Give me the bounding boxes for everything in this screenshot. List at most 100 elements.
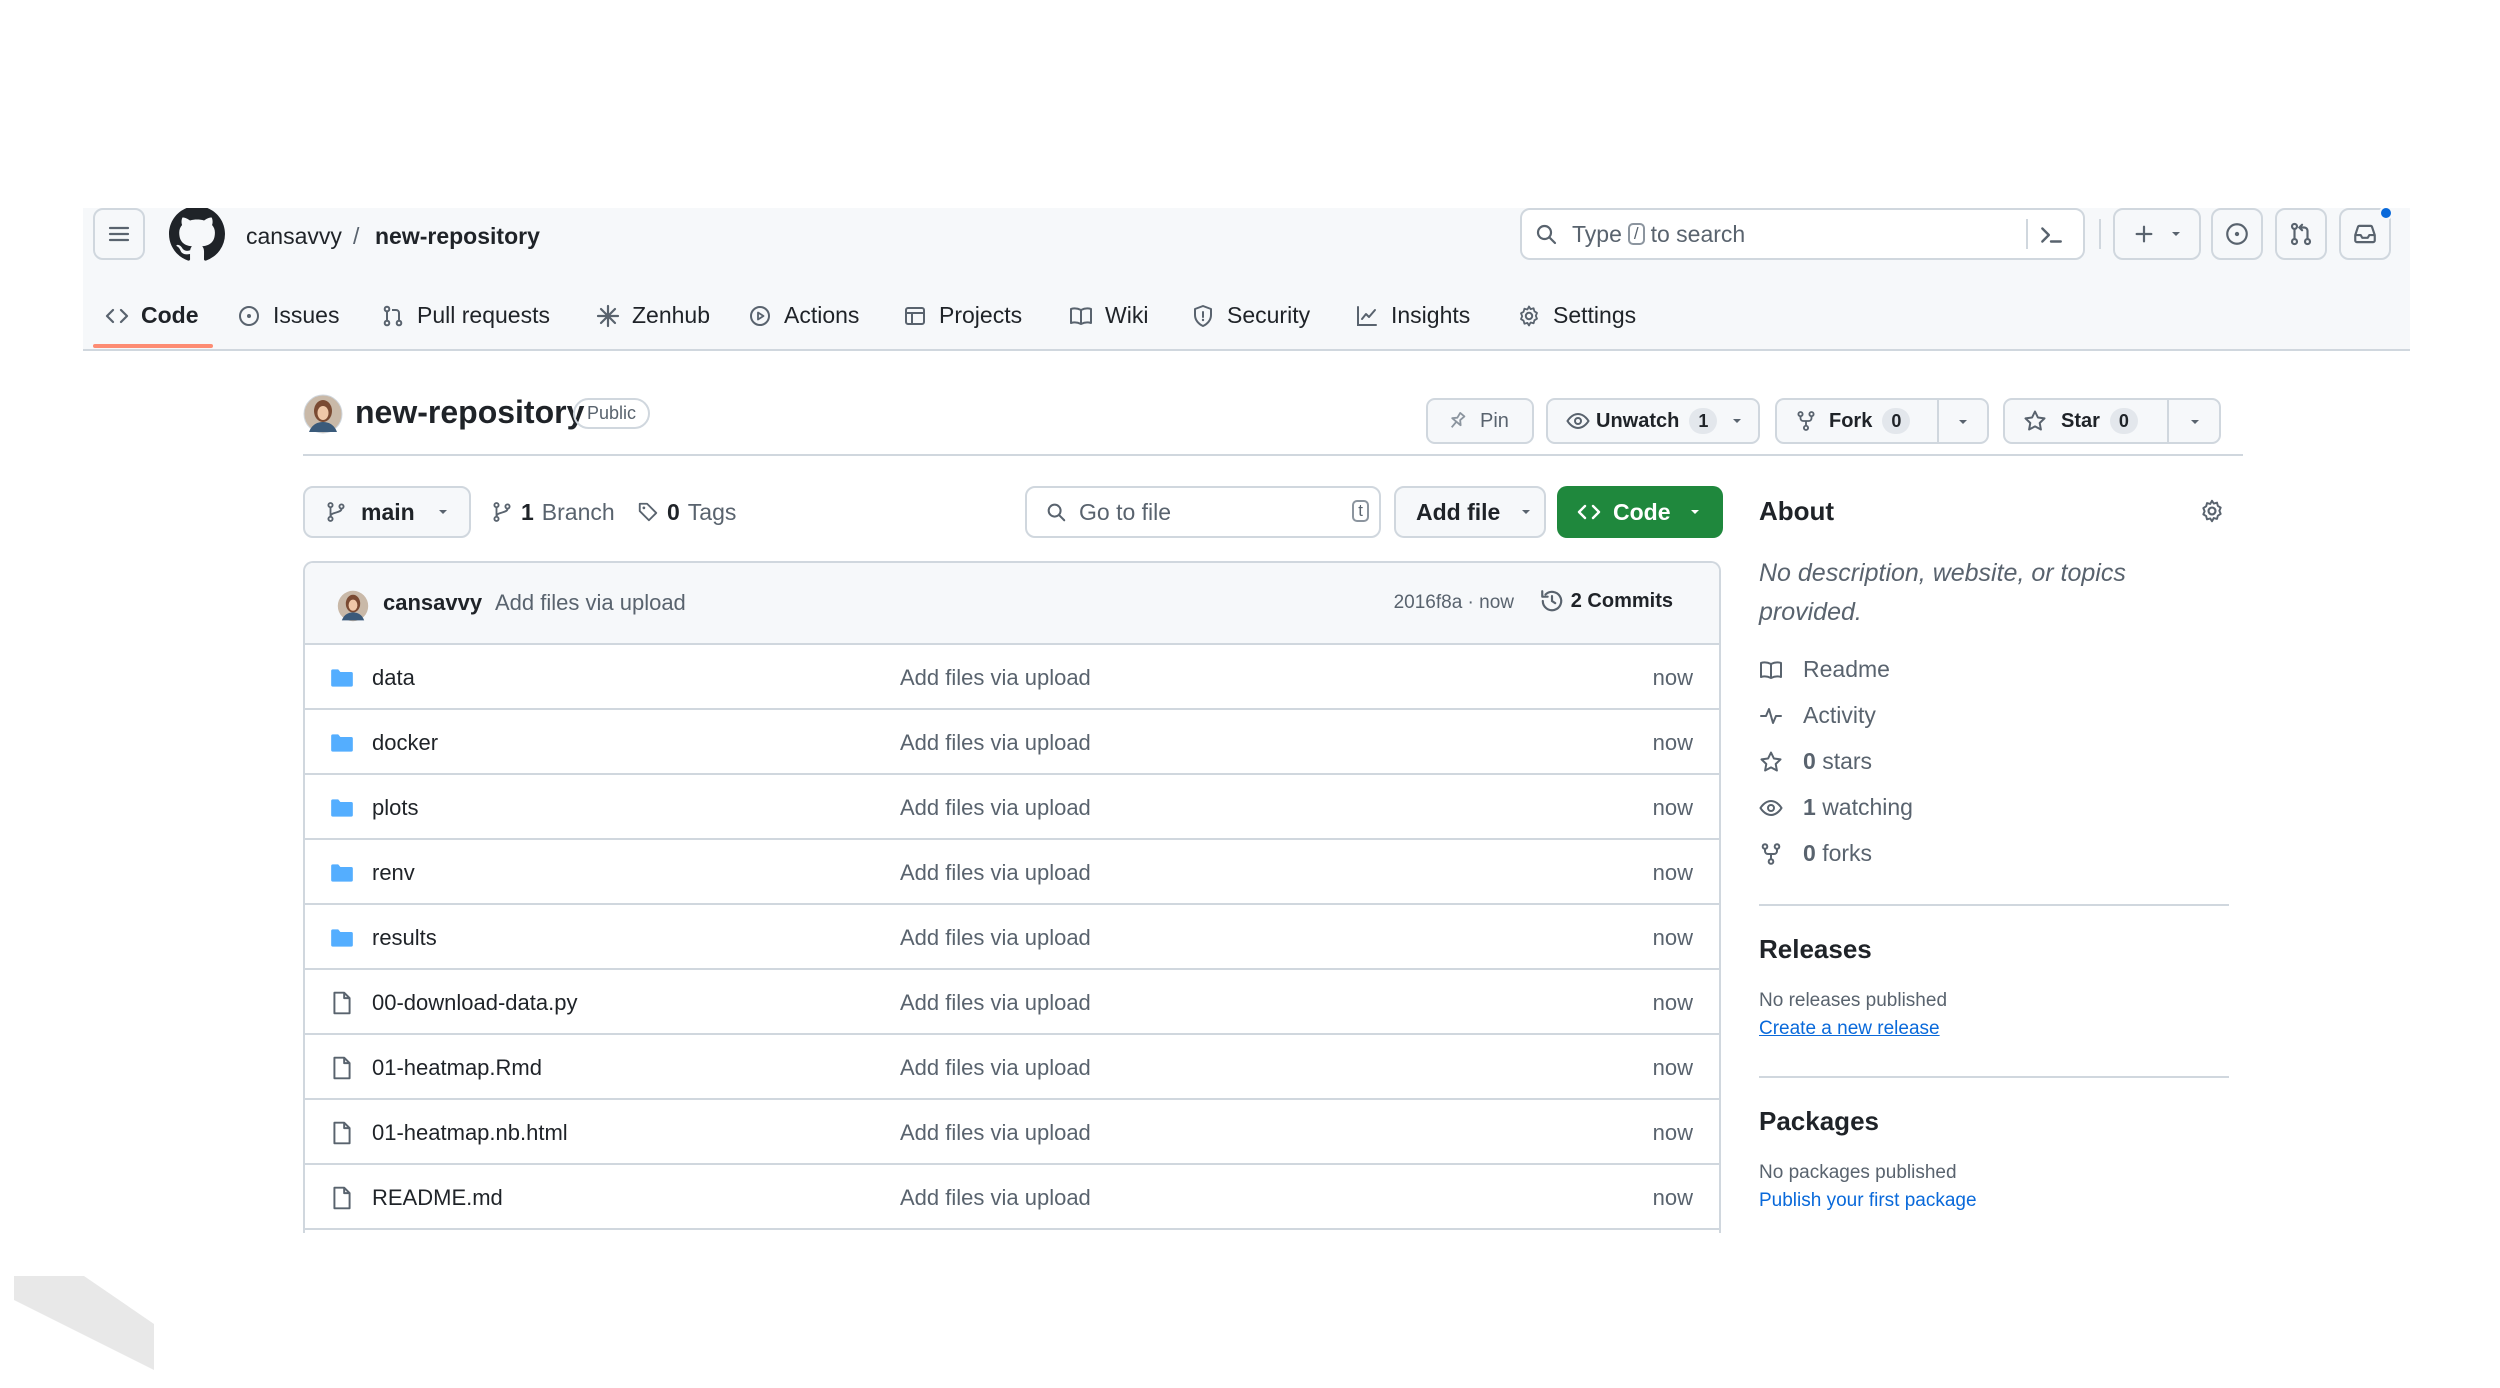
file-name[interactable]: results	[372, 925, 437, 951]
avatar[interactable]	[303, 394, 343, 434]
notifications-button[interactable]	[2339, 208, 2393, 260]
file-commit-message[interactable]: Add files via upload	[900, 990, 1091, 1016]
visibility-badge: Public	[573, 398, 651, 429]
forks-count: 0	[1803, 840, 1816, 866]
file-name[interactable]: README.md	[372, 1185, 503, 1211]
commit-message[interactable]: Add files via upload	[495, 590, 686, 616]
star-icon	[1760, 751, 1782, 771]
repo-name[interactable]: new-repository	[355, 394, 584, 431]
file-name[interactable]: 01-heatmap.nb.html	[372, 1120, 568, 1146]
readme-label: Readme	[1803, 656, 1890, 682]
tab-issues-label: Issues	[273, 302, 340, 328]
pin-button[interactable]: Pin	[1426, 398, 1534, 444]
file-icon	[333, 1121, 351, 1145]
file-commit-date: now	[1652, 990, 1693, 1015]
triangle-down-icon	[1522, 510, 1531, 514]
triangle-down-icon[interactable]	[1957, 416, 1969, 428]
tab-pull-requests[interactable]: Pull requests	[381, 280, 550, 351]
star-button[interactable]: Star 0	[2003, 398, 2221, 444]
file-name[interactable]: data	[372, 665, 415, 691]
tab-insights[interactable]: Insights	[1355, 280, 1470, 351]
packages-heading[interactable]: Packages	[1759, 1106, 1879, 1137]
file-commit-message[interactable]: Add files via upload	[900, 860, 1091, 886]
file-name[interactable]: docker	[372, 730, 438, 756]
packages-empty-text: No packages published	[1759, 1162, 1957, 1183]
table-icon	[905, 306, 925, 325]
book-icon	[1070, 306, 1092, 325]
stars-link[interactable]: 0 stars	[1759, 748, 1872, 775]
pin-label: Pin	[1480, 409, 1509, 432]
tab-projects[interactable]: Projects	[903, 280, 1022, 351]
app-header: cansavvy / new-repository Type / to sear…	[83, 208, 2410, 351]
file-row[interactable]: 01-heatmap.nb.html Add files via upload no…	[305, 1100, 1719, 1165]
code-icon	[105, 308, 129, 323]
file-row[interactable]: 01-heatmap.Rmd Add files via upload now	[305, 1035, 1719, 1100]
tab-issues[interactable]: Issues	[237, 280, 339, 351]
tab-security[interactable]: Security	[1191, 280, 1310, 351]
search-placeholder: Type / to search	[1572, 221, 1745, 248]
publish-package-link[interactable]: Publish your first package	[1759, 1190, 1977, 1212]
menu-button[interactable]	[93, 208, 145, 260]
file-row[interactable]: 00-download-data.py Add files via upload n…	[305, 970, 1719, 1035]
tags-link[interactable]: 0 Tags	[637, 486, 736, 538]
stars-word: stars	[1822, 748, 1873, 774]
tab-actions[interactable]: Actions	[748, 280, 859, 351]
breadcrumb-repo[interactable]: new-repository	[375, 222, 540, 250]
file-commit-message[interactable]: Add files via upload	[900, 795, 1091, 821]
create-new-button[interactable]	[2113, 208, 2201, 260]
file-row[interactable]: results Add files via upload now	[305, 905, 1719, 970]
commit-author-avatar[interactable]	[337, 590, 369, 622]
watching-count: 1	[1803, 794, 1816, 820]
readme-link[interactable]: Readme	[1759, 656, 1890, 683]
shield-icon	[1194, 304, 1212, 327]
tab-code-label: Code	[141, 302, 199, 328]
fork-button[interactable]: Fork 0	[1775, 398, 1989, 444]
file-commit-message[interactable]: Add files via upload	[900, 730, 1091, 756]
branches-link[interactable]: 1 Branch	[491, 486, 615, 538]
file-commit-message[interactable]: Add files via upload	[900, 1055, 1091, 1081]
go-to-file-input[interactable]: Go to file t	[1025, 486, 1381, 538]
issues-button[interactable]	[2211, 208, 2263, 260]
commit-author[interactable]: cansavvy	[383, 590, 482, 616]
tab-projects-label: Projects	[939, 302, 1023, 328]
file-commit-date: now	[1652, 1055, 1693, 1080]
file-name[interactable]: 01-heatmap.Rmd	[372, 1055, 542, 1081]
commits-link[interactable]: 2 Commits	[1539, 588, 1673, 614]
command-palette-icon[interactable]	[2038, 222, 2064, 248]
branch-select[interactable]: main	[303, 486, 471, 538]
file-name[interactable]: plots	[372, 795, 418, 821]
tab-code[interactable]: Code	[105, 280, 199, 351]
triangle-down-icon[interactable]	[2189, 416, 2201, 428]
releases-heading[interactable]: Releases	[1759, 934, 1872, 965]
watching-link[interactable]: 1 watching	[1759, 794, 1913, 821]
file-type-icon	[329, 860, 355, 886]
file-row[interactable]: plots Add files via upload now	[305, 775, 1719, 840]
code-button[interactable]: Code	[1557, 486, 1723, 538]
tab-zenhub[interactable]: Zenhub	[596, 280, 710, 351]
file-row[interactable]: renv Add files via upload now	[305, 840, 1719, 905]
unwatch-button[interactable]: Unwatch 1	[1546, 398, 1760, 444]
commit-sha-time[interactable]: 2016f8a · now	[1394, 592, 1514, 614]
tab-wiki[interactable]: Wiki	[1069, 280, 1148, 351]
global-search-input[interactable]: Type / to search	[1520, 208, 2085, 260]
pull-requests-button[interactable]	[2275, 208, 2327, 260]
git-pull-request-icon	[2290, 222, 2312, 246]
activity-link[interactable]: Activity	[1759, 702, 1876, 729]
file-commit-message[interactable]: Add files via upload	[900, 665, 1091, 691]
file-row[interactable]: README.md Add files via upload now	[305, 1165, 1719, 1230]
gear-icon[interactable]	[2199, 498, 2225, 524]
breadcrumb-owner[interactable]: cansavvy	[246, 222, 342, 250]
file-commit-message[interactable]: Add files via upload	[900, 1185, 1091, 1211]
file-commit-message[interactable]: Add files via upload	[900, 925, 1091, 951]
file-name[interactable]: 00-download-data.py	[372, 990, 577, 1016]
file-row[interactable]: docker Add files via upload now	[305, 710, 1719, 775]
file-row[interactable]: data Add files via upload now	[305, 645, 1719, 710]
file-name[interactable]: renv	[372, 860, 415, 886]
github-logo[interactable]	[169, 208, 225, 262]
add-file-button[interactable]: Add file	[1394, 486, 1546, 538]
tab-settings[interactable]: Settings	[1517, 280, 1636, 351]
forks-link[interactable]: 0 forks	[1759, 840, 1872, 867]
file-commit-message[interactable]: Add files via upload	[900, 1120, 1091, 1146]
create-release-link[interactable]: Create a new release	[1759, 1018, 1940, 1040]
tab-insights-label: Insights	[1391, 302, 1471, 328]
